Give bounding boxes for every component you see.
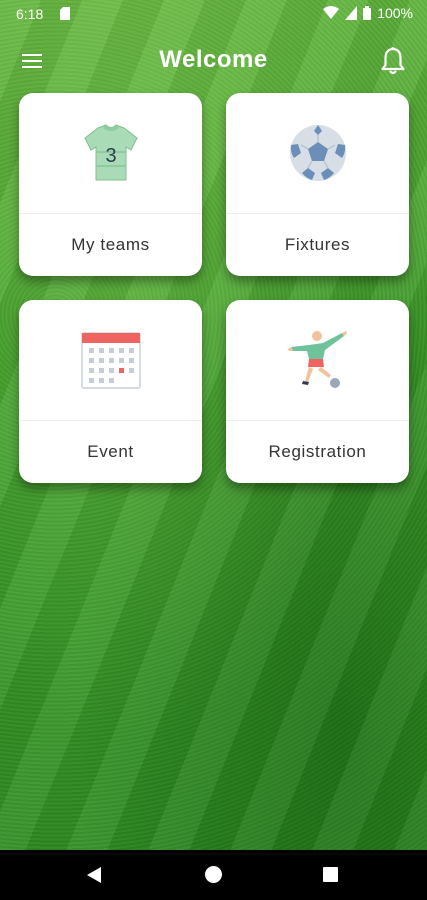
card-label-fixtures: Fixtures	[284, 235, 351, 254]
status-indicators: 100%	[323, 5, 413, 21]
jersey-icon: 3	[83, 124, 138, 181]
status-time: 6:18	[16, 6, 44, 22]
card-registration[interactable]: Registration	[226, 300, 409, 483]
card-event[interactable]: Event	[19, 300, 202, 483]
system-navigation-bar	[0, 850, 427, 900]
signal-icon	[345, 6, 358, 20]
wifi-icon	[323, 6, 340, 19]
card-label-my-teams: My teams	[71, 235, 150, 254]
card-fixtures[interactable]: Fixtures	[226, 93, 409, 276]
home-icon[interactable]	[205, 866, 222, 883]
back-icon[interactable]	[86, 866, 102, 884]
soccer-ball-icon	[289, 125, 346, 181]
page-title: Welcome	[159, 46, 268, 73]
bell-icon[interactable]	[379, 46, 407, 76]
sd-card-icon	[60, 7, 70, 20]
status-bar: 6:18 100%	[0, 0, 427, 28]
battery-percent: 100%	[377, 5, 413, 21]
jersey-number: 3	[105, 145, 116, 167]
battery-icon	[363, 6, 372, 20]
card-my-teams[interactable]: 3 My teams	[19, 93, 202, 276]
calendar-icon	[80, 332, 141, 389]
app-bar: Welcome	[0, 36, 427, 86]
soccer-player-icon	[287, 331, 347, 388]
recent-apps-icon[interactable]	[323, 867, 338, 882]
card-label-registration: Registration	[268, 442, 367, 461]
card-label-event: Event	[87, 442, 134, 461]
